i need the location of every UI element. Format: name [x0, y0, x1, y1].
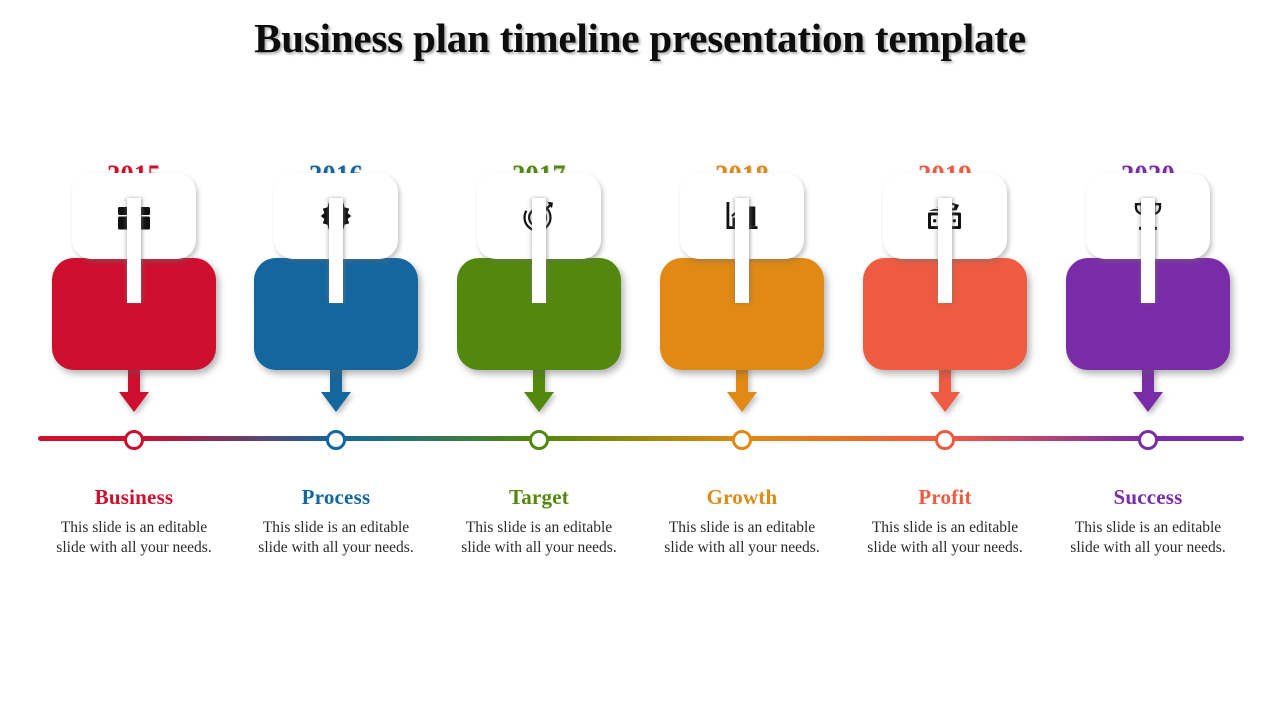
- node-connector-stem: [127, 198, 141, 303]
- node-connector-stem: [938, 198, 952, 303]
- page-title: Business plan timeline presentation temp…: [254, 15, 1026, 61]
- node-connector-stem: [735, 198, 749, 303]
- node-down-arrow-icon: [727, 365, 757, 412]
- timeline-node-business[interactable]: 2015 Business This slide is an editable …: [33, 160, 236, 580]
- node-description: This slide is an editable slide with all…: [258, 519, 414, 556]
- node-title: Growth: [706, 485, 778, 509]
- node-description: This slide is an editable slide with all…: [867, 519, 1023, 556]
- node-description: This slide is an editable slide with all…: [56, 519, 212, 556]
- node-down-arrow-icon: [119, 365, 149, 412]
- timeline-marker-dot[interactable]: [124, 430, 144, 450]
- node-description: This slide is an editable slide with all…: [664, 519, 820, 556]
- timeline-marker-dot[interactable]: [1138, 430, 1158, 450]
- node-description: This slide is an editable slide with all…: [1070, 519, 1226, 556]
- node-title: Process: [301, 485, 371, 509]
- timeline-marker-dot[interactable]: [529, 430, 549, 450]
- node-down-arrow-icon: [321, 365, 351, 412]
- node-down-arrow-icon: [930, 365, 960, 412]
- timeline-node-success[interactable]: 2020 Success This slide is an editable s…: [1047, 160, 1250, 580]
- node-title: Target: [509, 485, 569, 509]
- node-down-arrow-icon: [1133, 365, 1163, 412]
- timeline-node-profit[interactable]: 2019 Profit This slide is an editable sl…: [844, 160, 1047, 580]
- presentation-slide: Business plan timeline presentation temp…: [0, 0, 1280, 720]
- node-connector-stem: [1141, 198, 1155, 303]
- timeline-marker-dot[interactable]: [326, 430, 346, 450]
- node-title: Business: [94, 485, 174, 509]
- timeline-marker-dot[interactable]: [732, 430, 752, 450]
- node-connector-stem: [532, 198, 546, 303]
- node-title: Success: [1113, 485, 1183, 509]
- node-description: This slide is an editable slide with all…: [461, 519, 617, 556]
- node-down-arrow-icon: [524, 365, 554, 412]
- node-connector-stem: [329, 198, 343, 303]
- timeline-node-growth[interactable]: 2018 Growth This slide is an editable sl…: [641, 160, 844, 580]
- node-title: Profit: [918, 485, 972, 509]
- timeline-marker-dot[interactable]: [935, 430, 955, 450]
- timeline-node-target[interactable]: 2017 Target This slide is an editable sl…: [438, 160, 641, 580]
- timeline-node-process[interactable]: 2016 Process This slide is an editable s…: [235, 160, 438, 580]
